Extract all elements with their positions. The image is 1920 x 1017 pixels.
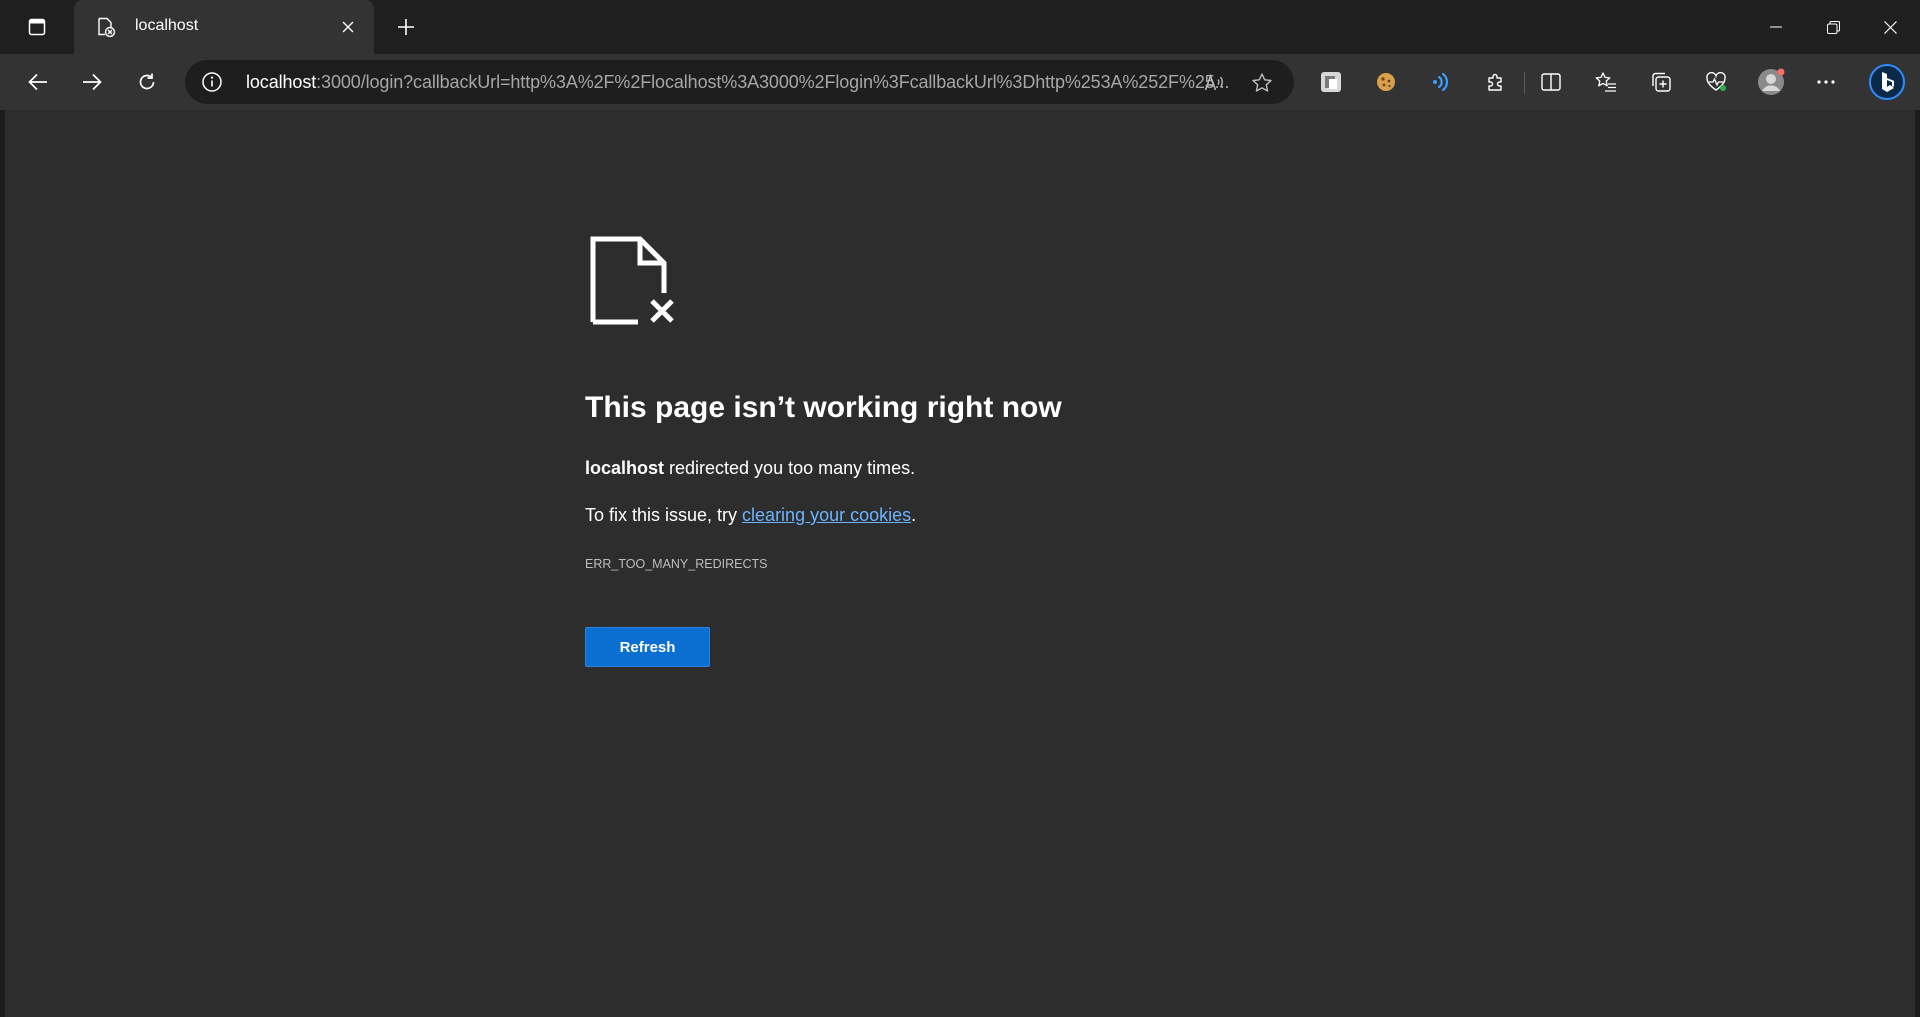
tab-close-button[interactable] bbox=[336, 15, 360, 39]
tab-actions-button[interactable] bbox=[14, 11, 60, 43]
tab-title: localhost bbox=[135, 17, 199, 34]
url-path: :3000/login?callbackUrl=http%3A%2F%2Floc… bbox=[316, 72, 1230, 92]
minimize-icon bbox=[1770, 26, 1782, 28]
close-window-button[interactable] bbox=[1862, 0, 1918, 54]
error-title: This page isn’t working right now bbox=[585, 391, 1062, 424]
bing-button[interactable] bbox=[1868, 63, 1906, 101]
more-button[interactable] bbox=[1809, 65, 1843, 99]
plus-icon bbox=[398, 19, 414, 35]
profile-button[interactable] bbox=[1754, 65, 1788, 99]
error-page-icon bbox=[98, 17, 116, 37]
fix-suffix: . bbox=[911, 505, 917, 525]
toolbar-divider bbox=[1524, 72, 1525, 94]
error-message: localhost redirected you too many times. bbox=[585, 458, 915, 479]
reload-icon bbox=[139, 73, 155, 90]
star-icon bbox=[1252, 73, 1272, 92]
close-icon bbox=[342, 21, 354, 33]
restore-icon bbox=[1826, 20, 1840, 34]
clear-cookies-link[interactable]: clearing your cookies bbox=[742, 505, 911, 525]
error-host: localhost bbox=[585, 458, 665, 478]
collections-icon bbox=[1652, 72, 1671, 92]
collections-button[interactable] bbox=[1644, 65, 1678, 99]
minimize-button[interactable] bbox=[1748, 0, 1804, 54]
read-aloud-icon bbox=[1204, 73, 1223, 91]
error-message-text: redirected you too many times. bbox=[664, 458, 916, 478]
refresh-button[interactable]: Refresh bbox=[585, 627, 710, 667]
url-host: localhost bbox=[246, 72, 317, 92]
forward-button[interactable] bbox=[72, 64, 112, 100]
browser-essentials-button[interactable] bbox=[1699, 65, 1733, 99]
read-aloud-button[interactable] bbox=[1201, 69, 1229, 97]
bing-icon bbox=[1869, 64, 1905, 100]
address-bar[interactable]: localhost:3000/login?callbackUrl=http%3A… bbox=[185, 60, 1294, 104]
cookie-extension-button[interactable] bbox=[1369, 65, 1403, 99]
favorites-button[interactable] bbox=[1589, 65, 1623, 99]
signal-extension-button[interactable] bbox=[1424, 65, 1458, 99]
tab-actions-icon bbox=[28, 18, 46, 36]
error-page: This page isn’t working right now localh… bbox=[5, 110, 1915, 1017]
title-bar: localhost bbox=[0, 0, 1920, 54]
fix-prefix: To fix this issue, try bbox=[585, 505, 743, 525]
puzzle-icon bbox=[1488, 73, 1502, 91]
error-fix-hint: To fix this issue, try clearing your coo… bbox=[585, 505, 916, 526]
health-icon bbox=[1706, 71, 1726, 91]
reload-button[interactable] bbox=[127, 64, 167, 100]
split-screen-button[interactable] bbox=[1534, 65, 1568, 99]
favorite-star-button[interactable] bbox=[1248, 69, 1276, 97]
profile-icon bbox=[1758, 68, 1785, 95]
restore-button[interactable] bbox=[1805, 0, 1861, 54]
browser-toolbar: localhost:3000/login?callbackUrl=http%3A… bbox=[0, 54, 1920, 110]
cookie-icon bbox=[1377, 73, 1395, 91]
active-tab[interactable]: localhost bbox=[74, 0, 374, 54]
close-window-icon bbox=[1883, 20, 1897, 34]
wifi-icon bbox=[1433, 72, 1449, 92]
arrow-right-icon bbox=[83, 73, 102, 91]
favorites-icon bbox=[1595, 72, 1616, 92]
back-button[interactable] bbox=[18, 64, 58, 100]
info-icon[interactable] bbox=[201, 71, 223, 93]
extensions-button[interactable] bbox=[1479, 65, 1513, 99]
split-screen-icon bbox=[1541, 73, 1561, 91]
extension-1-icon bbox=[1321, 72, 1341, 92]
broken-page-icon bbox=[590, 236, 674, 325]
new-tab-button[interactable] bbox=[388, 11, 424, 43]
extension-1-button[interactable] bbox=[1314, 65, 1348, 99]
error-code: ERR_TOO_MANY_REDIRECTS bbox=[585, 557, 768, 571]
arrow-left-icon bbox=[28, 73, 47, 91]
more-icon bbox=[1817, 80, 1835, 84]
